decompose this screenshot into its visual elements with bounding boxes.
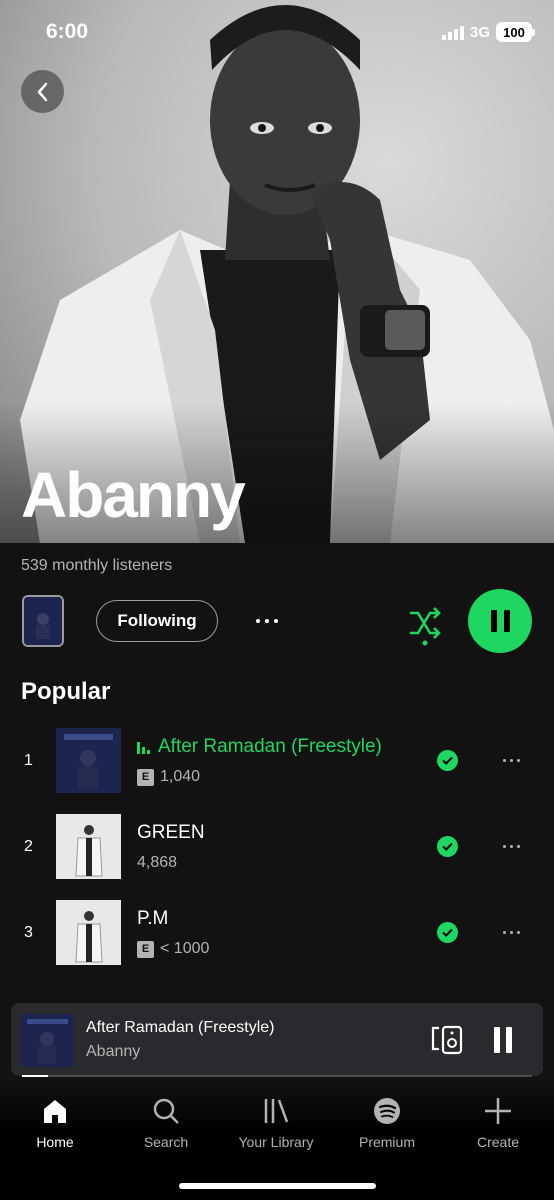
track-more-button[interactable] [496, 922, 526, 942]
track-plays: 4,868 [137, 854, 178, 871]
nav-search-label: Search [143, 1134, 189, 1150]
device-icon [431, 1025, 463, 1055]
nav-library-label: Your Library [238, 1134, 314, 1150]
track-row[interactable]: 2 GREEN 4,868 [0, 814, 554, 884]
nav-search[interactable]: Search [111, 1092, 221, 1162]
track-meta: E < 1000 [137, 940, 209, 958]
following-button[interactable]: Following [96, 600, 218, 642]
status-bar: 6:00 3G 100 [0, 0, 554, 64]
artist-name: Abanny [21, 459, 246, 531]
plus-icon [485, 1098, 511, 1124]
now-playing-equalizer-icon [137, 742, 150, 754]
saved-check-icon[interactable] [437, 922, 458, 943]
monthly-listeners: 539 monthly listeners [21, 557, 173, 574]
shuffle-icon [410, 607, 441, 646]
signal-icon [441, 24, 464, 40]
pause-button[interactable] [468, 589, 532, 653]
track-row[interactable]: 3 P.M E < 1000 [0, 900, 554, 970]
bottom-navigation: Home Search Your Library Premium Create [0, 1078, 554, 1200]
artist-header-image: 6:00 3G 100 Abanny [0, 0, 554, 543]
back-icon [37, 82, 47, 101]
mini-player[interactable]: After Ramadan (Freestyle) Abanny [11, 1003, 543, 1076]
nav-premium[interactable]: Premium [332, 1092, 442, 1162]
shuffle-button[interactable] [405, 603, 445, 647]
network-type: 3G [469, 23, 490, 41]
popular-heading: Popular [21, 678, 111, 705]
nav-create[interactable]: Create [443, 1092, 553, 1162]
track-artwork [56, 900, 121, 965]
playback-progress-fill [22, 1075, 48, 1077]
nav-premium-label: Premium [358, 1134, 415, 1150]
mini-player-artwork [21, 1014, 74, 1067]
track-rank: 1 [24, 752, 33, 769]
track-more-button[interactable] [496, 750, 526, 770]
search-icon [153, 1098, 179, 1124]
pause-icon [490, 610, 497, 632]
track-rank: 2 [24, 838, 33, 855]
status-indicators: 3G 100 [441, 22, 535, 42]
home-indicator [179, 1183, 376, 1189]
track-artwork [56, 814, 121, 879]
explicit-badge: E [137, 768, 154, 786]
mini-player-title: After Ramadan (Freestyle) [86, 1019, 275, 1036]
back-button[interactable] [21, 70, 64, 113]
more-options-button[interactable] [249, 608, 285, 634]
track-row[interactable]: 1 After Ramadan (Freestyle) E 1,040 [0, 728, 554, 798]
nav-home[interactable]: Home [0, 1092, 110, 1162]
track-title: GREEN [137, 822, 205, 843]
status-time: 6:00 [46, 20, 89, 43]
nav-home-label: Home [36, 1134, 74, 1150]
playback-progress[interactable] [22, 1075, 532, 1077]
artist-pick-thumbnail[interactable] [22, 595, 64, 647]
saved-check-icon[interactable] [437, 750, 458, 771]
saved-check-icon[interactable] [437, 836, 458, 857]
track-meta: 4,868 [137, 854, 177, 872]
track-plays: 1,040 [160, 768, 201, 785]
track-rank: 3 [24, 924, 33, 941]
pause-icon [494, 1027, 500, 1053]
track-title: P.M [137, 908, 169, 929]
track-meta: E 1,040 [137, 768, 200, 786]
home-icon [44, 1100, 66, 1123]
track-artwork [56, 728, 121, 793]
library-icon [264, 1099, 289, 1123]
connect-device-button[interactable] [430, 1025, 464, 1055]
mini-player-artist: Abanny [86, 1043, 141, 1060]
nav-create-label: Create [476, 1134, 520, 1150]
mini-pause-button[interactable] [491, 1027, 515, 1053]
battery-icon: 100 [496, 22, 535, 42]
spotify-icon [374, 1098, 400, 1124]
track-plays: < 1000 [160, 940, 210, 957]
explicit-badge: E [137, 940, 154, 958]
track-title: After Ramadan (Freestyle) [158, 736, 382, 757]
track-more-button[interactable] [496, 836, 526, 856]
nav-library[interactable]: Your Library [221, 1092, 331, 1162]
cover-thumbnail-art [24, 597, 62, 645]
